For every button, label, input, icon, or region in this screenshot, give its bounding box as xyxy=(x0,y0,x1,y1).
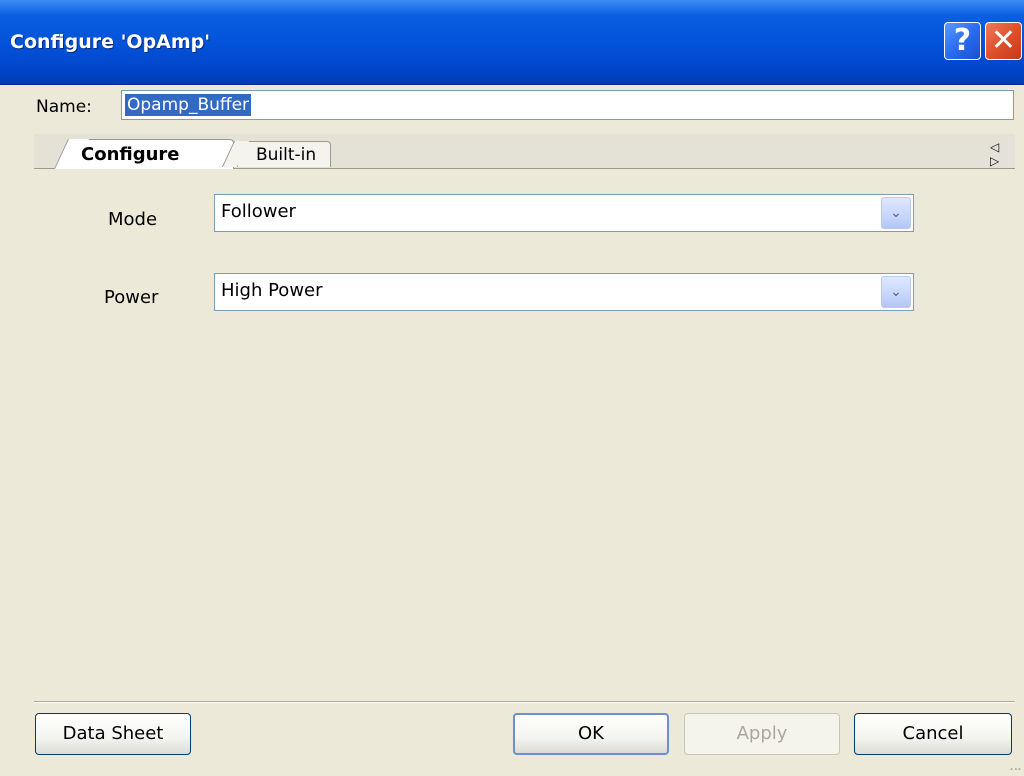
power-select[interactable]: High Power ⌄ xyxy=(214,273,914,311)
mode-select-value: Follower xyxy=(221,201,296,222)
window-title: Configure 'OpAmp' xyxy=(10,31,211,53)
ok-button[interactable]: OK xyxy=(513,713,669,755)
tab-configure[interactable]: Configure xyxy=(54,139,234,169)
apply-button[interactable]: Apply xyxy=(684,713,840,755)
name-label: Name: xyxy=(36,97,92,117)
resize-grip-icon[interactable]: ⠠⠤ xyxy=(1005,760,1022,774)
tab-scroll-arrows-icon[interactable]: ◁ ▷ xyxy=(990,140,1015,168)
close-icon: ✕ xyxy=(990,23,1017,58)
help-button[interactable]: ? xyxy=(944,22,981,60)
cancel-button[interactable]: Cancel xyxy=(854,713,1012,755)
mode-select[interactable]: Follower ⌄ xyxy=(214,194,914,232)
tab-configure-label: Configure xyxy=(81,144,180,165)
mode-label: Mode xyxy=(108,209,158,230)
chevron-down-icon[interactable]: ⌄ xyxy=(881,197,911,229)
help-icon: ? xyxy=(953,23,972,58)
close-button[interactable]: ✕ xyxy=(985,22,1022,60)
power-select-value: High Power xyxy=(221,280,323,301)
power-label: Power xyxy=(104,287,159,308)
tab-built-in-label: Built-in xyxy=(256,145,317,165)
name-input-value: Opamp_Buffer xyxy=(125,94,252,116)
name-input[interactable]: Opamp_Buffer xyxy=(121,90,1014,120)
chevron-down-icon[interactable]: ⌄ xyxy=(881,276,911,308)
title-bar[interactable]: Configure 'OpAmp' ? ✕ xyxy=(0,0,1024,85)
data-sheet-button[interactable]: Data Sheet xyxy=(35,713,191,755)
separator xyxy=(34,701,1015,703)
tab-strip: Configure Built-in ◁ ▷ xyxy=(34,134,1015,169)
tab-built-in[interactable]: Built-in xyxy=(221,141,331,167)
